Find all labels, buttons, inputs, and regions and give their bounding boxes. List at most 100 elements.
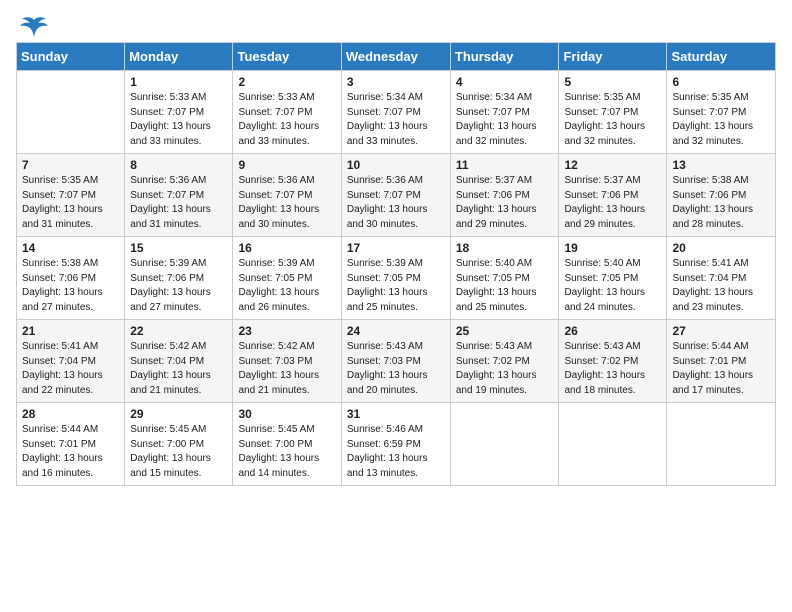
day-number: 6: [672, 75, 770, 89]
day-info: Sunrise: 5:36 AM Sunset: 7:07 PM Dayligh…: [238, 174, 335, 232]
day-info: Sunrise: 5:36 AM Sunset: 7:07 PM Dayligh…: [130, 174, 227, 232]
calendar-cell: 31Sunrise: 5:46 AM Sunset: 6:59 PM Dayli…: [341, 403, 450, 486]
day-info: Sunrise: 5:40 AM Sunset: 7:05 PM Dayligh…: [564, 257, 661, 315]
calendar-cell: 29 Sunrise: 5:45 AM Sunset: 7:00 PM Dayli…: [125, 403, 233, 486]
day-info: Sunrise: 5:34 AM Sunset: 7:07 PM Dayligh…: [456, 91, 554, 149]
calendar-cell: [667, 403, 776, 486]
day-number: 1: [130, 75, 227, 89]
calendar-cell: 24 Sunrise: 5:43 AM Sunset: 7:03 PM Dayli…: [341, 320, 450, 403]
header-thursday: Thursday: [450, 43, 559, 71]
day-info: Sunrise: 5:41 AM Sunset: 7:04 PM Dayligh…: [22, 340, 119, 398]
day-number: 11: [456, 158, 554, 172]
day-number: 7: [22, 158, 119, 172]
header-sunday: Sunday: [17, 43, 125, 71]
day-info: Sunrise: 5:40 AM Sunset: 7:05 PM Dayligh…: [456, 257, 554, 315]
day-number: 8: [130, 158, 227, 172]
calendar-table: SundayMondayTuesdayWednesdayThursdayFrid…: [16, 42, 776, 486]
day-info: Sunrise: 5:41 AM Sunset: 7:04 PM Dayligh…: [672, 257, 770, 315]
calendar-cell: 16 Sunrise: 5:39 AM Sunset: 7:05 PM Dayli…: [233, 237, 341, 320]
calendar-cell: 7 Sunrise: 5:35 AM Sunset: 7:07 PM Daylig…: [17, 154, 125, 237]
page-header: [16, 16, 776, 34]
day-number: 21: [22, 324, 119, 338]
calendar-cell: 5 Sunrise: 5:35 AM Sunset: 7:07 PM Daylig…: [559, 71, 667, 154]
day-info: Sunrise: 5:35 AM Sunset: 7:07 PM Dayligh…: [22, 174, 119, 232]
day-number: 22: [130, 324, 227, 338]
calendar-cell: 21 Sunrise: 5:41 AM Sunset: 7:04 PM Dayli…: [17, 320, 125, 403]
day-info: Sunrise: 5:34 AM Sunset: 7:07 PM Dayligh…: [347, 91, 445, 149]
calendar-cell: 25Sunrise: 5:43 AM Sunset: 7:02 PM Dayli…: [450, 320, 559, 403]
day-number: 18: [456, 241, 554, 255]
day-number: 26: [564, 324, 661, 338]
calendar-cell: 13 Sunrise: 5:38 AM Sunset: 7:06 PM Dayli…: [667, 154, 776, 237]
day-info: Sunrise: 5:33 AM Sunset: 7:07 PM Dayligh…: [130, 91, 227, 149]
day-number: 4: [456, 75, 554, 89]
day-number: 24: [347, 324, 445, 338]
day-number: 23: [238, 324, 335, 338]
calendar-cell: 15 Sunrise: 5:39 AM Sunset: 7:06 PM Dayli…: [125, 237, 233, 320]
day-number: 3: [347, 75, 445, 89]
calendar-cell: 18 Sunrise: 5:40 AM Sunset: 7:05 PM Dayli…: [450, 237, 559, 320]
calendar-cell: 22 Sunrise: 5:42 AM Sunset: 7:04 PM Dayli…: [125, 320, 233, 403]
day-info: Sunrise: 5:39 AM Sunset: 7:05 PM Dayligh…: [347, 257, 445, 315]
calendar-cell: 30 Sunrise: 5:45 AM Sunset: 7:00 PM Dayli…: [233, 403, 341, 486]
day-info: Sunrise: 5:35 AM Sunset: 7:07 PM Dayligh…: [564, 91, 661, 149]
calendar-cell: [17, 71, 125, 154]
header-monday: Monday: [125, 43, 233, 71]
day-info: Sunrise: 5:42 AM Sunset: 7:03 PM Dayligh…: [238, 340, 335, 398]
calendar-cell: 11 Sunrise: 5:37 AM Sunset: 7:06 PM Dayli…: [450, 154, 559, 237]
calendar-week-row: 28 Sunrise: 5:44 AM Sunset: 7:01 PM Dayli…: [17, 403, 776, 486]
calendar-cell: 19 Sunrise: 5:40 AM Sunset: 7:05 PM Dayli…: [559, 237, 667, 320]
calendar-week-row: 14 Sunrise: 5:38 AM Sunset: 7:06 PM Dayli…: [17, 237, 776, 320]
calendar-cell: 17 Sunrise: 5:39 AM Sunset: 7:05 PM Dayli…: [341, 237, 450, 320]
day-number: 17: [347, 241, 445, 255]
day-number: 2: [238, 75, 335, 89]
day-info: Sunrise: 5:43 AM Sunset: 7:02 PM Dayligh…: [456, 340, 554, 398]
day-number: 30: [238, 407, 335, 421]
day-number: 5: [564, 75, 661, 89]
day-number: 19: [564, 241, 661, 255]
day-info: Sunrise: 5:33 AM Sunset: 7:07 PM Dayligh…: [238, 91, 335, 149]
calendar-cell: 2 Sunrise: 5:33 AM Sunset: 7:07 PM Daylig…: [233, 71, 341, 154]
calendar-week-row: 21 Sunrise: 5:41 AM Sunset: 7:04 PM Dayli…: [17, 320, 776, 403]
calendar-cell: 27Sunrise: 5:44 AM Sunset: 7:01 PM Dayli…: [667, 320, 776, 403]
day-info: Sunrise: 5:43 AM Sunset: 7:03 PM Dayligh…: [347, 340, 445, 398]
day-number: 31: [347, 407, 445, 421]
calendar-cell: 10Sunrise: 5:36 AM Sunset: 7:07 PM Dayli…: [341, 154, 450, 237]
day-info: Sunrise: 5:45 AM Sunset: 7:00 PM Dayligh…: [130, 423, 227, 481]
day-number: 12: [564, 158, 661, 172]
header-friday: Friday: [559, 43, 667, 71]
calendar-header-row: SundayMondayTuesdayWednesdayThursdayFrid…: [17, 43, 776, 71]
calendar-cell: 20 Sunrise: 5:41 AM Sunset: 7:04 PM Dayli…: [667, 237, 776, 320]
calendar-cell: 28 Sunrise: 5:44 AM Sunset: 7:01 PM Dayli…: [17, 403, 125, 486]
calendar-cell: 12 Sunrise: 5:37 AM Sunset: 7:06 PM Dayli…: [559, 154, 667, 237]
logo-bird-icon: [20, 16, 48, 38]
day-info: Sunrise: 5:39 AM Sunset: 7:06 PM Dayligh…: [130, 257, 227, 315]
day-info: Sunrise: 5:42 AM Sunset: 7:04 PM Dayligh…: [130, 340, 227, 398]
calendar-cell: [450, 403, 559, 486]
day-info: Sunrise: 5:35 AM Sunset: 7:07 PM Dayligh…: [672, 91, 770, 149]
header-saturday: Saturday: [667, 43, 776, 71]
day-number: 13: [672, 158, 770, 172]
day-info: Sunrise: 5:44 AM Sunset: 7:01 PM Dayligh…: [672, 340, 770, 398]
day-number: 14: [22, 241, 119, 255]
day-number: 29: [130, 407, 227, 421]
day-info: Sunrise: 5:44 AM Sunset: 7:01 PM Dayligh…: [22, 423, 119, 481]
day-number: 28: [22, 407, 119, 421]
day-number: 15: [130, 241, 227, 255]
header-wednesday: Wednesday: [341, 43, 450, 71]
day-info: Sunrise: 5:39 AM Sunset: 7:05 PM Dayligh…: [238, 257, 335, 315]
day-info: Sunrise: 5:38 AM Sunset: 7:06 PM Dayligh…: [672, 174, 770, 232]
calendar-cell: 8 Sunrise: 5:36 AM Sunset: 7:07 PM Daylig…: [125, 154, 233, 237]
day-info: Sunrise: 5:38 AM Sunset: 7:06 PM Dayligh…: [22, 257, 119, 315]
day-number: 16: [238, 241, 335, 255]
day-info: Sunrise: 5:45 AM Sunset: 7:00 PM Dayligh…: [238, 423, 335, 481]
calendar-cell: 9Sunrise: 5:36 AM Sunset: 7:07 PM Daylig…: [233, 154, 341, 237]
day-info: Sunrise: 5:37 AM Sunset: 7:06 PM Dayligh…: [564, 174, 661, 232]
calendar-cell: 3 Sunrise: 5:34 AM Sunset: 7:07 PM Daylig…: [341, 71, 450, 154]
calendar-cell: 1 Sunrise: 5:33 AM Sunset: 7:07 PM Daylig…: [125, 71, 233, 154]
day-number: 20: [672, 241, 770, 255]
day-info: Sunrise: 5:37 AM Sunset: 7:06 PM Dayligh…: [456, 174, 554, 232]
header-tuesday: Tuesday: [233, 43, 341, 71]
calendar-cell: [559, 403, 667, 486]
day-info: Sunrise: 5:36 AM Sunset: 7:07 PM Dayligh…: [347, 174, 445, 232]
